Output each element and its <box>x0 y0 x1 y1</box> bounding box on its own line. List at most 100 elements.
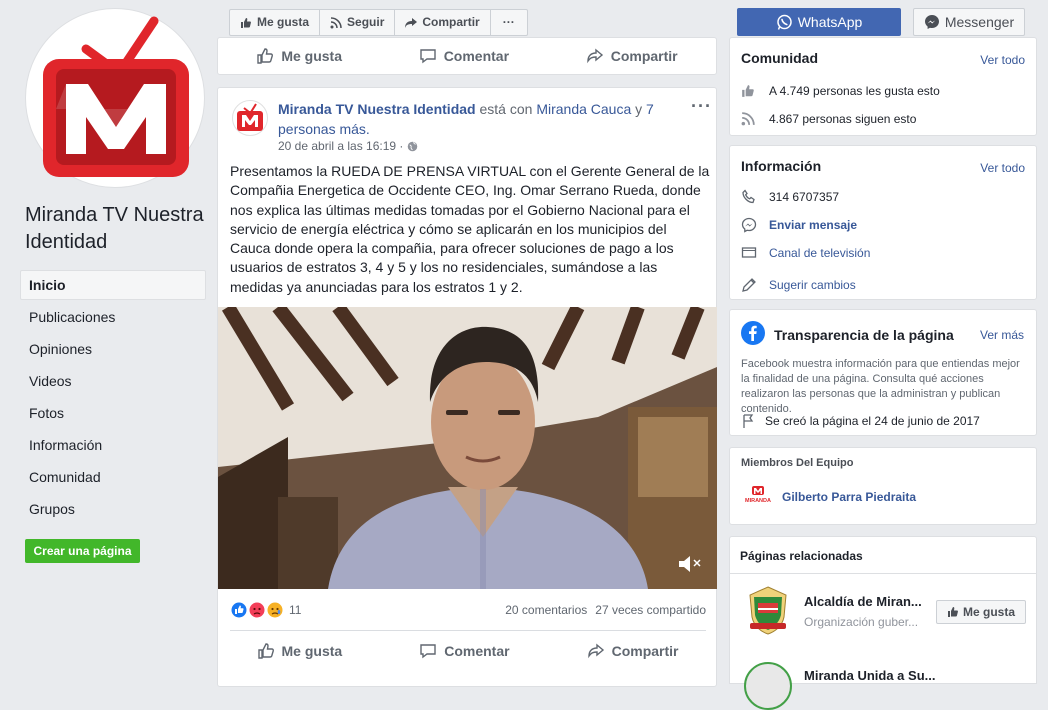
comment-icon <box>419 49 436 64</box>
community-followers-text: 4.867 personas siguen esto <box>769 112 917 126</box>
comment-button[interactable]: Comentar <box>419 47 509 65</box>
nav-item-videos[interactable]: Videos <box>20 366 206 396</box>
nav-item-opiniones[interactable]: Opiniones <box>20 334 206 364</box>
phone-icon <box>742 189 755 204</box>
page-share-button[interactable]: Compartir <box>395 10 491 35</box>
create-page-button[interactable]: Crear una página <box>25 539 140 563</box>
share-icon <box>587 48 603 64</box>
post-comment-button[interactable]: Comentar <box>419 642 510 660</box>
share-label: Compartir <box>611 643 679 659</box>
info-see-all[interactable]: Ver todo <box>980 161 1025 175</box>
team-card: Miembros Del Equipo MIRANDA Gilberto Par… <box>729 447 1037 525</box>
nav-item-publicaciones[interactable]: Publicaciones <box>20 302 206 332</box>
related-pages-title: Páginas relacionadas <box>740 549 863 563</box>
post-header: Miranda TV Nuestra Identidad está con Mi… <box>278 99 678 139</box>
previous-post-actions: Me gusta Comentar Compartir <box>217 37 717 75</box>
reactions-summary[interactable]: 11 <box>230 601 301 619</box>
post-video[interactable] <box>218 307 717 589</box>
page-creation-date: Se creó la página el 24 de junio de 2017 <box>741 413 980 429</box>
info-phone: 314 6707357 <box>741 189 839 205</box>
follow-button[interactable]: Seguir <box>320 10 396 35</box>
comment-label: Comentar <box>443 48 510 64</box>
pencil-icon <box>742 278 756 292</box>
reaction-icons <box>230 601 284 619</box>
thumbs-up-icon <box>257 48 274 64</box>
comment-label: Comentar <box>444 643 510 659</box>
page-profile-picture[interactable] <box>25 8 205 188</box>
transparency-title: Transparencia de la página <box>774 327 954 343</box>
info-phone-text: 314 6707357 <box>769 190 840 204</box>
page-action-bar: Me gusta Seguir Compartir ··· <box>229 9 528 36</box>
messenger-icon <box>924 15 939 29</box>
reactions-count: 11 <box>289 603 302 617</box>
whatsapp-button[interactable]: WhatsApp <box>737 8 901 36</box>
community-title[interactable]: Comunidad <box>741 50 818 66</box>
related-pages-list: Alcaldía de Miran... Organización guber.… <box>729 574 1037 710</box>
related-pages-header: Páginas relacionadas <box>729 536 1037 574</box>
community-see-all[interactable]: Ver todo <box>980 53 1025 67</box>
community-followers: 4.867 personas siguen esto <box>741 112 916 126</box>
like-button[interactable]: Me gusta <box>256 47 342 65</box>
tagged-page-link[interactable]: Miranda Cauca <box>536 101 631 117</box>
nav-item-informacion[interactable]: Información <box>20 430 206 460</box>
post-and-text: y <box>635 101 643 117</box>
post-share-button[interactable]: Compartir <box>587 642 679 660</box>
post-author-avatar[interactable] <box>232 100 268 136</box>
thumbs-up-icon <box>241 17 251 28</box>
rss-icon <box>741 112 755 126</box>
post-date-text: 20 de abril a las 16:19 · <box>278 139 404 153</box>
community-card: Comunidad Ver todo A 4.749 personas les … <box>729 37 1037 136</box>
post-body-text: Presentamos la RUEDA DE PRENSA VIRTUAL c… <box>230 163 710 295</box>
related-page-like-button[interactable]: Me gusta <box>936 600 1026 624</box>
like-label: Me gusta <box>281 48 343 64</box>
team-member-link[interactable]: Gilberto Parra Piedraita <box>782 490 916 504</box>
page-creation-text: Se creó la página el 24 de junio de 2017 <box>765 414 980 428</box>
category-link: Canal de televisión <box>769 246 871 260</box>
nav-item-comunidad[interactable]: Comunidad <box>20 462 206 492</box>
team-member-logo: MIRANDA <box>742 485 774 505</box>
comments-count[interactable]: 20 comentarios <box>505 603 587 617</box>
page-like-label: Me gusta <box>257 15 310 29</box>
related-page-avatar[interactable] <box>744 662 792 710</box>
post-card: Miranda TV Nuestra Identidad está con Mi… <box>217 87 717 687</box>
messenger-button[interactable]: Messenger <box>913 8 1025 36</box>
flag-icon <box>743 414 754 428</box>
post-timestamp[interactable]: 20 de abril a las 16:19 · <box>278 139 418 153</box>
shares-count[interactable]: 27 veces compartido <box>595 603 706 617</box>
transparency-see-more[interactable]: Ver más <box>980 328 1024 342</box>
info-suggest[interactable]: Sugerir cambios <box>741 277 856 293</box>
post-options-button[interactable]: ··· <box>691 96 712 117</box>
logo-text: MIRANDA <box>745 498 771 504</box>
divider <box>230 630 706 631</box>
comment-icon <box>420 644 436 659</box>
related-page-name[interactable]: Alcaldía de Miran... <box>804 594 922 609</box>
page-share-label: Compartir <box>422 15 480 29</box>
team-title: Miembros Del Equipo <box>741 457 854 469</box>
post-actions: Me gusta Comentar Compartir <box>218 636 717 666</box>
share-button[interactable]: Compartir <box>586 47 678 65</box>
info-title[interactable]: Información <box>741 158 821 174</box>
nav-item-inicio[interactable]: Inicio <box>20 270 206 300</box>
page-title[interactable]: Miranda TV Nuestra Identidad <box>25 202 210 256</box>
nav-item-fotos[interactable]: Fotos <box>20 398 206 428</box>
left-column: Miranda TV Nuestra Identidad Inicio Publ… <box>0 0 216 676</box>
globe-icon <box>408 141 418 151</box>
page-like-button[interactable]: Me gusta <box>230 10 321 35</box>
nav-item-grupos[interactable]: Grupos <box>20 494 206 524</box>
tv-icon <box>741 247 757 258</box>
more-options-button[interactable]: ··· <box>491 10 527 35</box>
like-label: Me gusta <box>281 643 343 659</box>
whatsapp-label: WhatsApp <box>797 14 863 30</box>
messenger-icon <box>741 217 757 233</box>
miranda-tv-logo <box>43 16 189 177</box>
whatsapp-icon <box>776 14 792 30</box>
transparency-description: Facebook muestra información para que en… <box>741 358 1020 415</box>
post-like-button[interactable]: Me gusta <box>257 642 343 660</box>
post-with-text: está con <box>479 101 533 117</box>
miranda-tv-logo <box>237 103 263 131</box>
info-card: Información Ver todo 314 6707357 Enviar … <box>729 145 1037 300</box>
related-page-avatar[interactable] <box>744 585 792 635</box>
info-message[interactable]: Enviar mensaje <box>741 217 857 233</box>
info-category[interactable]: Canal de televisión <box>741 245 870 261</box>
post-author-link[interactable]: Miranda TV Nuestra Identidad <box>278 101 476 117</box>
